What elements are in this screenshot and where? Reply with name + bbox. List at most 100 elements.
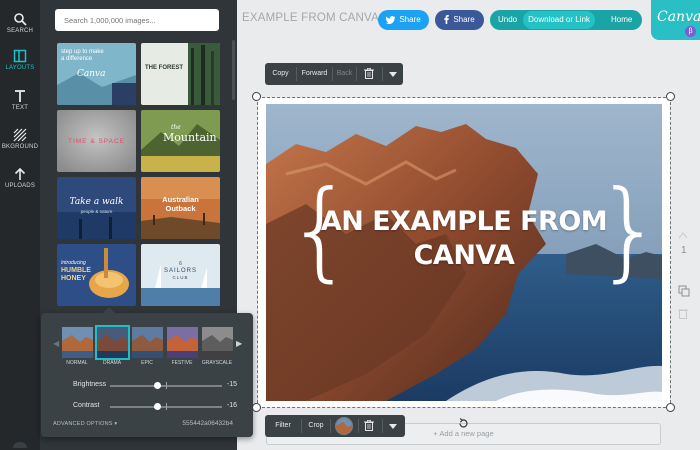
layout-6-title: Australian [162,195,199,204]
layout-8-number: 6 [179,261,182,267]
layout-1-brand: Canva [77,69,106,79]
layout-thumb[interactable]: Take a walk people & nature [57,177,136,239]
layout-2-art [141,43,220,105]
toolbar-divider [330,419,331,433]
layout-thumb[interactable]: Australian Outback [141,177,220,239]
layout-8-title-2: CLUB [172,275,189,280]
element-toolbar: Copy Forward Back [265,63,403,85]
layout-thumb[interactable]: Introducing HUMBLE HONEY [57,244,136,306]
filter-option-festive[interactable] [167,327,198,358]
resize-handle-bottom-right[interactable] [666,403,675,412]
contrast-knob[interactable] [154,403,161,410]
layout-thumb[interactable]: TIME & SPACE [57,110,136,172]
image-toolbar: Filter Crop [265,415,405,437]
undo-button[interactable]: Undo [498,10,517,30]
layout-4-title: the [171,124,181,131]
image-thumbnail-art [336,418,352,434]
logo-text: Canva [657,9,700,25]
filter-option-epic[interactable] [132,327,163,358]
more-options-icon[interactable] [389,424,397,429]
filter-drama-art [97,327,128,358]
filter-next-icon[interactable]: ▶ [236,339,242,348]
image-thumbnail[interactable] [335,417,353,435]
action-button-group: Undo Download or Link Home [490,10,642,30]
filter-option-normal[interactable] [62,327,93,358]
layout-thumb[interactable]: the Mountain [141,110,220,172]
delete-page-icon[interactable] [678,308,688,319]
page-up-icon[interactable] [678,231,688,239]
rail-layouts[interactable]: LAYOUTS [0,45,40,81]
filter-label-drama: DRAMA [102,360,122,366]
twitter-share-label: Share [399,15,421,24]
rail-uploads-label: UPLOADS [4,183,36,189]
facebook-share-button[interactable]: Share [435,10,484,30]
duplicate-page-icon[interactable] [678,285,690,297]
rail-search[interactable]: SEARCH [0,8,40,44]
filter-label-epic: EPIC [141,360,153,366]
rail-search-label: SEARCH [6,28,34,34]
filter-option-grayscale[interactable] [202,327,233,358]
panel-scrollbar[interactable] [232,40,235,100]
rail-text-label: TEXT [11,105,29,111]
contrast-slider[interactable] [110,403,222,410]
layout-7-intro: Introducing [61,260,86,266]
rail-text[interactable]: TEXT [0,85,40,121]
filter-panel-pointer [103,307,115,313]
brightness-knob[interactable] [154,382,161,389]
back-button[interactable]: Back [333,63,356,85]
filter-festive-art [167,327,198,358]
rail-uploads[interactable]: UPLOADS [0,163,40,199]
layout-thumb[interactable]: 6 SAILORS CLUB [141,244,220,306]
filter-grayscale-art [202,327,233,358]
resize-handle-bottom-left[interactable] [252,403,261,412]
help-icon[interactable] [13,442,27,448]
document-title[interactable]: EXAMPLE FROM CANVA [242,12,379,24]
canva-logo[interactable]: Canva β [651,0,700,40]
filter-epic-art [132,327,163,358]
resize-handle-top-right[interactable] [666,92,675,101]
filter-normal-art [62,327,93,358]
twitter-share-button[interactable]: Share [378,10,429,30]
left-rail: SEARCH LAYOUTS TEXT BKGROUND UPLOADS [0,0,40,450]
layout-thumb[interactable]: step up to make a difference Canva [57,43,136,105]
filter-panel: ◀ ▶ NORMAL DRAMA EPIC FESTIVE GRAYSCALE … [41,307,253,437]
brightness-slider[interactable] [110,382,222,389]
layout-1-title-2: a difference [61,56,93,62]
contrast-center-tick [166,403,167,410]
search-input[interactable] [55,9,219,31]
filter-option-drama[interactable] [95,325,130,360]
search-icon [14,13,27,26]
background-icon [13,128,27,142]
copy-button[interactable]: Copy [265,63,296,85]
layout-thumb[interactable]: THE FOREST [141,43,220,105]
filter-code: 555442a06432b4 [182,420,233,427]
beta-badge: β [685,26,696,37]
rail-layouts-label: LAYOUTS [5,65,35,71]
forward-button[interactable]: Forward [297,63,332,85]
trash-icon[interactable] [364,420,374,431]
twitter-icon [386,15,396,24]
layout-6-title-2: Outback [165,204,196,213]
home-button[interactable]: Home [611,10,632,30]
brightness-label: Brightness [73,381,107,388]
resize-handle-top-left[interactable] [252,92,261,101]
crop-button[interactable]: Crop [302,415,330,437]
rotate-icon[interactable] [458,418,469,429]
more-options-icon[interactable] [389,72,397,77]
download-button[interactable]: Download or Link [523,11,595,29]
layout-3-title: TIME & SPACE [67,138,126,145]
layout-1-title: step up to make [61,49,104,55]
layout-7-title-2: HONEY [61,275,86,282]
rail-background[interactable]: BKGROUND [0,124,40,160]
text-icon [15,90,25,102]
layout-8-title: SAILORS [163,268,197,274]
filter-label-normal: NORMAL [66,360,88,366]
filter-prev-icon[interactable]: ◀ [53,339,59,348]
trash-icon[interactable] [364,68,374,79]
advanced-options-toggle[interactable]: ADVANCED OPTIONS ▾ [53,421,117,427]
toolbar-divider [382,419,383,433]
advanced-options-label: ADVANCED OPTIONS [53,421,113,427]
brightness-center-tick [166,382,167,389]
filter-button[interactable]: Filter [265,415,301,437]
layout-4-title-2: Mountain [163,131,217,144]
